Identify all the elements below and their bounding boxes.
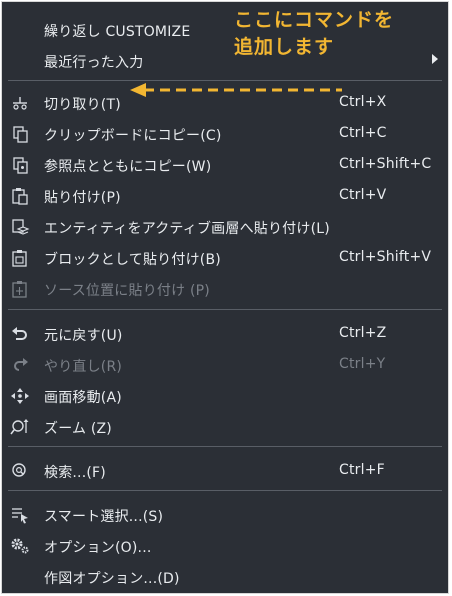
copy-basepoint-icon bbox=[10, 156, 30, 174]
menu-item-shortcut: Ctrl+Y bbox=[339, 356, 386, 372]
menu-item-undo[interactable]: 元に戻す(U) Ctrl+Z bbox=[2, 319, 448, 349]
annotation-line-1: ここにコマンドを bbox=[234, 9, 395, 31]
paste-as-block-icon bbox=[10, 249, 30, 267]
menu-item-copy-basepoint[interactable]: 参照点とともにコピー(W) Ctrl+Shift+C bbox=[2, 150, 448, 180]
copy-icon bbox=[10, 125, 30, 143]
menu-item-label: 貼り付け(P) bbox=[44, 190, 121, 206]
paste-original-icon bbox=[10, 280, 30, 298]
menu-item-smart-select[interactable]: スマート選択...(S) bbox=[2, 500, 448, 530]
menu-item-label: 元に戻す(U) bbox=[44, 328, 123, 344]
menu-item-shortcut: Ctrl+Shift+C bbox=[339, 156, 432, 172]
menu-item-shortcut: Ctrl+V bbox=[339, 187, 387, 203]
menu-item-options[interactable]: オプション(O)... bbox=[2, 531, 448, 561]
undo-icon bbox=[10, 325, 30, 343]
menu-item-zoom[interactable]: ズーム (Z) bbox=[2, 412, 448, 442]
menu-item-label: やり直し(R) bbox=[44, 359, 123, 375]
menu-item-label: 画面移動(A) bbox=[44, 390, 122, 406]
menu-item-shortcut: Ctrl+C bbox=[339, 125, 387, 141]
menu-item-drafting-options[interactable]: 作図オプション...(D) bbox=[2, 562, 448, 592]
menu-item-shortcut: Ctrl+Z bbox=[339, 325, 387, 341]
paste-icon bbox=[10, 187, 30, 205]
options-gear-icon bbox=[10, 537, 30, 555]
menu-item-label: 参照点とともにコピー(W) bbox=[44, 159, 212, 175]
zoom-icon bbox=[10, 418, 30, 436]
scissors-icon bbox=[10, 94, 30, 112]
menu-item-label: 検索...(F) bbox=[44, 465, 106, 481]
menu-item-label: 最近行った入力 bbox=[44, 55, 144, 71]
paste-to-layer-icon bbox=[10, 218, 30, 236]
menu-item-cut[interactable]: 切り取り(T) Ctrl+X bbox=[2, 88, 448, 118]
menu-item-shortcut: Ctrl+Shift+V bbox=[339, 249, 432, 265]
menu-item-label: ブロックとして貼り付け(B) bbox=[44, 252, 221, 268]
menu-item-label: スマート選択...(S) bbox=[44, 509, 164, 525]
menu-item-label: オプション(O)... bbox=[44, 540, 152, 556]
menu-item-label: 切り取り(T) bbox=[44, 97, 121, 113]
separator bbox=[8, 309, 442, 310]
menu-item-label: 作図オプション...(D) bbox=[44, 571, 180, 587]
menu-item-label: クリップボードにコピー(C) bbox=[44, 128, 222, 144]
menu-item-redo[interactable]: やり直し(R) Ctrl+Y bbox=[2, 350, 448, 380]
menu-item-shortcut: Ctrl+X bbox=[339, 94, 387, 110]
separator bbox=[8, 446, 442, 447]
menu-item-paste-to-layer[interactable]: エンティティをアクティブ画層へ貼り付け(L) bbox=[2, 212, 448, 242]
separator bbox=[8, 80, 442, 81]
menu-item-pan[interactable]: 画面移動(A) bbox=[2, 381, 448, 411]
separator bbox=[8, 490, 442, 491]
submenu-arrow-icon bbox=[432, 54, 438, 64]
menu-item-label: エンティティをアクティブ画層へ貼り付け(L) bbox=[44, 221, 330, 237]
menu-item-copy-clipboard[interactable]: クリップボードにコピー(C) Ctrl+C bbox=[2, 119, 448, 149]
redo-icon bbox=[10, 356, 30, 374]
menu-item-label: ソース位置に貼り付け (P) bbox=[44, 283, 210, 299]
smart-select-icon bbox=[10, 506, 30, 524]
find-icon bbox=[10, 462, 30, 480]
menu-item-find[interactable]: 検索...(F) Ctrl+F bbox=[2, 456, 448, 486]
menu-item-shortcut: Ctrl+F bbox=[339, 462, 385, 478]
pan-icon bbox=[10, 387, 30, 405]
annotation-callout: ここにコマンドを 追加します bbox=[234, 7, 394, 61]
menu-item-label: ズーム (Z) bbox=[44, 421, 112, 437]
menu-item-paste[interactable]: 貼り付け(P) Ctrl+V bbox=[2, 181, 448, 211]
menu-item-paste-original[interactable]: ソース位置に貼り付け (P) bbox=[2, 274, 448, 304]
context-menu: 繰り返し CUSTOMIZE 最近行った入力 ここにコマンドを 追加します 切り… bbox=[1, 1, 449, 594]
menu-item-label: 繰り返し CUSTOMIZE bbox=[44, 24, 191, 40]
annotation-line-2: 追加します bbox=[234, 36, 335, 58]
menu-item-paste-as-block[interactable]: ブロックとして貼り付け(B) Ctrl+Shift+V bbox=[2, 243, 448, 273]
